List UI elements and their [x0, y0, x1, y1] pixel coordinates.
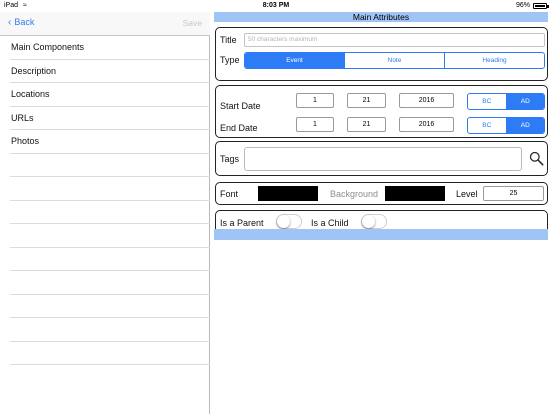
is-child-toggle[interactable] [361, 214, 387, 229]
list-item-urls[interactable]: URLs [10, 107, 210, 130]
tags-card: Tags [215, 141, 548, 176]
list-item-main-components[interactable]: Main Components [10, 36, 210, 60]
list-item [10, 271, 210, 295]
list-item [10, 342, 210, 365]
end-era-bc[interactable]: BC [468, 118, 507, 133]
detail-pane: Main Attributes Title 50 characters maxi… [211, 12, 552, 414]
list-item-label: URLs [11, 112, 34, 123]
list-item [10, 154, 210, 177]
list-item [10, 248, 210, 271]
start-year-field[interactable]: 2016 [399, 93, 454, 108]
start-era-segmented-control[interactable]: BC AD [467, 93, 545, 110]
font-color-swatch[interactable] [258, 186, 318, 201]
end-day-field[interactable]: 21 [347, 117, 386, 132]
type-label: Type [220, 55, 240, 65]
tags-label: Tags [220, 154, 240, 164]
list-item [10, 177, 210, 201]
start-day-field[interactable]: 21 [347, 93, 386, 108]
save-button[interactable]: Save [183, 18, 202, 28]
list-item [10, 295, 210, 318]
list-item-description[interactable]: Description [10, 60, 210, 83]
list-item-locations[interactable]: Locations [10, 83, 210, 107]
back-label: Back [14, 17, 35, 27]
list-item-label: Main Components [11, 42, 85, 52]
type-option-event[interactable]: Event [245, 53, 345, 68]
level-label: Level [456, 189, 478, 199]
start-era-bc[interactable]: BC [468, 94, 507, 109]
background-label: Background [330, 189, 379, 199]
is-child-label: Is a Child [311, 218, 349, 228]
list-item [10, 224, 210, 248]
start-era-ad[interactable]: AD [506, 94, 544, 109]
tags-input[interactable] [244, 147, 522, 171]
component-list: Main Components Description Locations UR… [0, 36, 210, 389]
list-item [10, 201, 210, 224]
title-input[interactable]: 50 characters maximum [244, 33, 545, 47]
end-year-field[interactable]: 2016 [399, 117, 454, 132]
type-segmented-control[interactable]: Event Note Heading [244, 52, 545, 69]
start-month-field[interactable]: 1 [296, 93, 334, 108]
list-item-label: Locations [11, 89, 50, 99]
status-bar: iPad ≈ 8:03 PM 96% [0, 0, 552, 12]
end-era-segmented-control[interactable]: BC AD [467, 117, 545, 134]
battery-icon [533, 3, 549, 9]
title-type-card: Title 50 characters maximum Type Event N… [215, 27, 548, 81]
clock: 8:03 PM [262, 2, 290, 9]
end-era-ad[interactable]: AD [506, 118, 544, 133]
list-item [10, 318, 210, 342]
list-item-label: Photos [11, 136, 40, 146]
type-option-note[interactable]: Note [345, 53, 445, 68]
back-button[interactable]: ‹ Back [8, 17, 34, 28]
is-parent-toggle[interactable] [276, 214, 302, 229]
section-footer [214, 229, 548, 240]
is-parent-label: Is a Parent [220, 218, 264, 228]
font-label: Font [220, 189, 239, 199]
date-card: Start Date 1 21 2016 BC AD End Date 1 21… [215, 85, 548, 138]
start-date-label: Start Date [220, 101, 261, 111]
font-card: Font Background Level 25 [215, 182, 548, 205]
list-item [10, 365, 210, 389]
chevron-left-icon: ‹ [8, 17, 12, 28]
end-month-field[interactable]: 1 [296, 117, 334, 132]
end-date-label: End Date [220, 123, 258, 133]
list-item-photos[interactable]: Photos [10, 130, 210, 154]
master-pane: ‹ Back Save Main Components Description L… [0, 12, 210, 414]
master-nav-bar: ‹ Back Save [0, 12, 210, 36]
battery-percentage: 96% [515, 2, 530, 9]
title-label: Title [220, 35, 237, 45]
section-header: Main Attributes [214, 12, 548, 22]
list-item-label: Description [11, 65, 57, 76]
level-field[interactable]: 25 [483, 186, 544, 201]
background-color-swatch[interactable] [385, 186, 445, 201]
type-option-heading[interactable]: Heading [445, 53, 544, 68]
search-icon[interactable] [529, 151, 544, 166]
